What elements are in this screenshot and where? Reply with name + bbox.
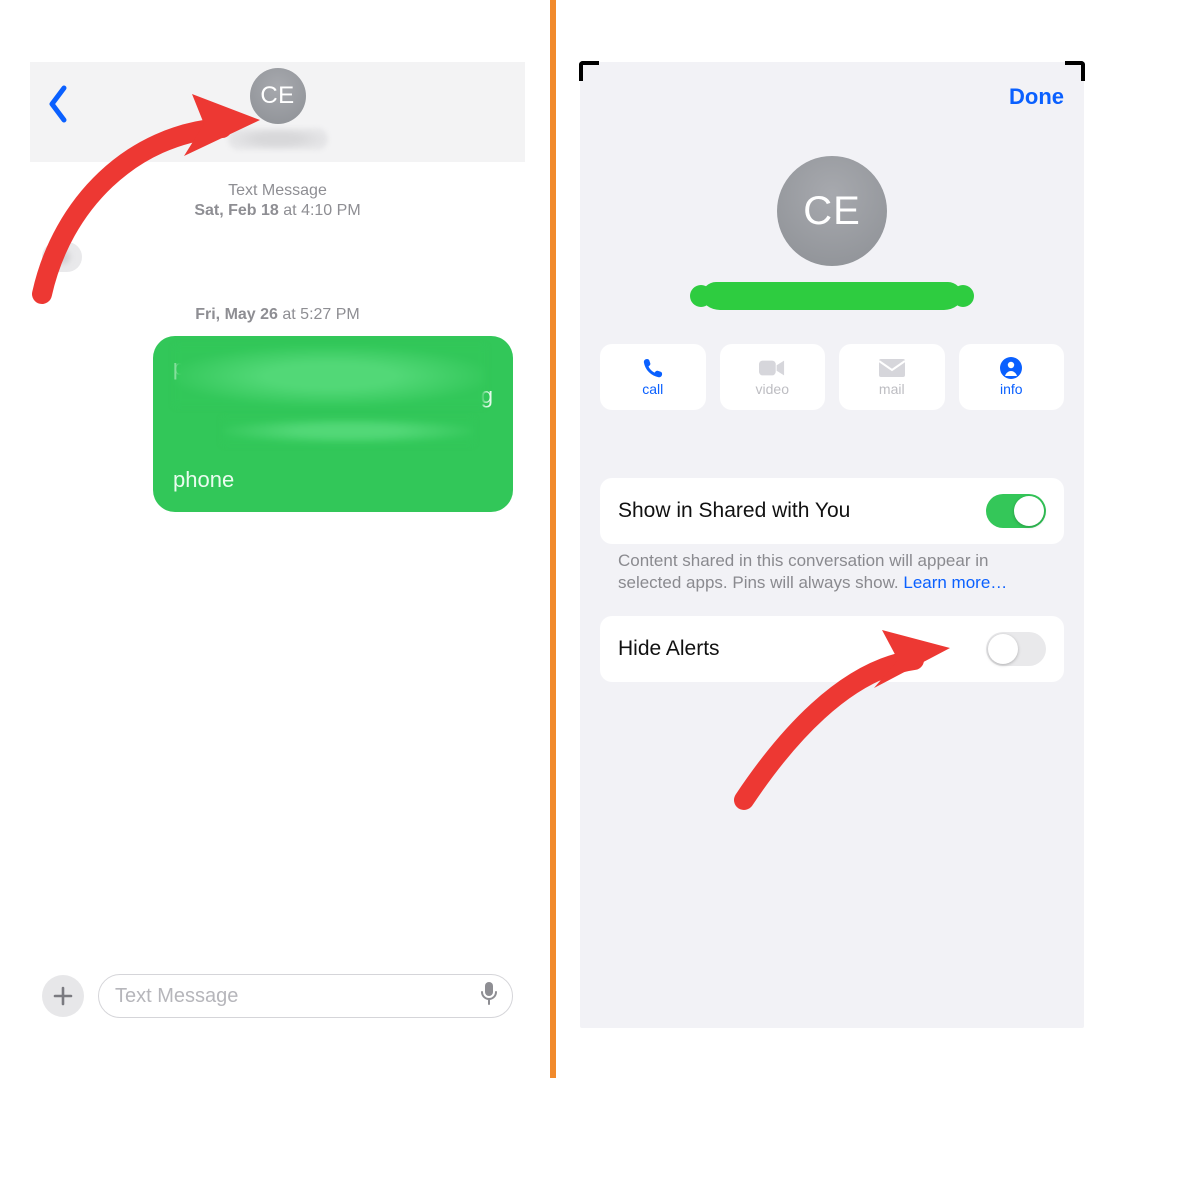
mail-action: mail [839,344,945,410]
call-action[interactable]: call [600,344,706,410]
messages-thread-screen: CE Text Message Sat, Feb 18 at 4:10 PM F… [30,62,525,1022]
thread-body: Text Message Sat, Feb 18 at 4:10 PM Fri,… [30,162,525,512]
compose-bar: Text Message [42,970,513,1022]
timestamp-date: Sat, Feb 18 [194,202,278,219]
done-button[interactable]: Done [1009,84,1064,110]
info-action[interactable]: info [959,344,1065,410]
timestamp-time: 4:10 PM [301,202,361,219]
timestamp-at: at [278,306,300,323]
action-label: video [756,381,789,397]
message-input-placeholder: Text Message [115,985,238,1008]
incoming-message-bubble[interactable] [42,242,82,272]
cell-label: Hide Alerts [618,637,720,661]
video-action: video [720,344,826,410]
back-button[interactable] [46,84,80,124]
contact-actions-row: call video mail info [600,344,1064,410]
timestamp-time: 5:27 PM [300,306,360,323]
panel-divider [550,0,556,1078]
outgoing-message-bubble[interactable]: p x g phone [153,336,513,512]
video-icon [759,357,785,379]
hide-alerts-toggle[interactable] [986,632,1046,666]
contact-name-redacted [702,282,962,310]
contact-name-redacted [228,128,328,150]
timestamp-line: Sat, Feb 18 at 4:10 PM [42,202,513,220]
shared-footer-note: Content shared in this conversation will… [618,550,1046,595]
timestamp-line: Fri, May 26 at 5:27 PM [42,306,513,324]
mail-icon [879,357,905,379]
redaction-smudge [223,418,473,444]
hide-alerts-cell[interactable]: Hide Alerts [600,616,1064,682]
phone-icon [640,357,666,379]
timestamp-at: at [279,202,301,219]
contact-info-sheet: Done CE call video mail [580,62,1084,1028]
redaction-smudge [52,248,72,266]
attach-plus-button[interactable] [42,975,84,1017]
show-in-shared-cell[interactable]: Show in Shared with You [600,478,1064,544]
action-label: mail [879,381,905,397]
thread-header: CE [30,62,525,162]
redaction-smudge [175,346,485,406]
shared-toggle[interactable] [986,494,1046,528]
info-icon [998,357,1024,379]
microphone-icon[interactable] [480,981,498,1011]
learn-more-link[interactable]: Learn more… [903,573,1007,592]
toggle-knob [1014,496,1044,526]
system-text-kind: Text Message [42,182,513,200]
action-label: call [642,381,663,397]
cell-label: Show in Shared with You [618,499,850,523]
message-input[interactable]: Text Message [98,974,513,1018]
timestamp-date: Fri, May 26 [195,306,278,323]
action-label: info [1000,381,1023,397]
contact-avatar-large[interactable]: CE [777,156,887,266]
toggle-knob [988,634,1018,664]
contact-avatar[interactable]: CE [250,68,306,124]
outgoing-text-fragment: phone [173,467,234,492]
